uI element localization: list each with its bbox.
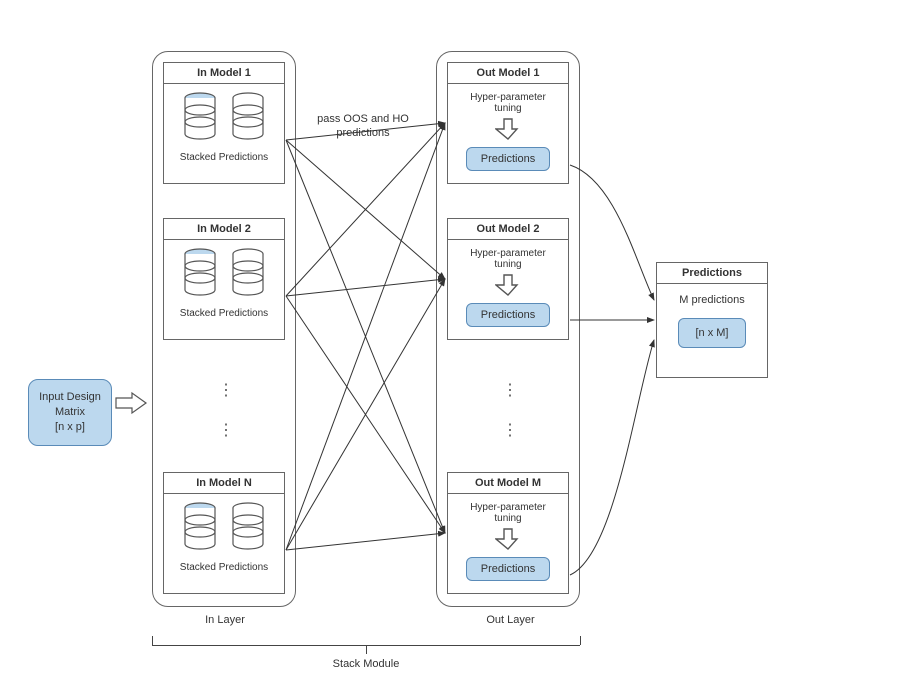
in-model-2-caption: Stacked Predictions: [172, 308, 276, 319]
in-model-2-body: Stacked Predictions: [164, 240, 284, 325]
predictions-line2: [n x M]: [678, 318, 745, 348]
out-model-1: Out Model 1 Hyper-parameter tuning Predi…: [447, 62, 569, 184]
in-layer-label: In Layer: [195, 614, 255, 626]
down-arrow-icon: [495, 116, 521, 142]
bracket-tick-left: [152, 636, 153, 645]
predictions-body: M predictions [n x M]: [657, 284, 767, 354]
pass-oos-label: pass OOS and HO predictions: [303, 113, 423, 141]
in-model-n-title: In Model N: [164, 473, 284, 494]
out-model-1-pred: Predictions: [466, 147, 550, 171]
input-design-matrix: Input Design Matrix [n x p]: [28, 379, 112, 446]
out-model-1-title: Out Model 1: [448, 63, 568, 84]
in-model-1-caption: Stacked Predictions: [172, 152, 276, 163]
ellipsis-icon: ⋮: [218, 420, 235, 440]
predictions-title: Predictions: [657, 263, 767, 284]
bracket-tick-right: [580, 636, 581, 645]
out-model-2: Out Model 2 Hyper-parameter tuning Predi…: [447, 218, 569, 340]
out-model-m-hp: Hyper-parameter tuning: [456, 502, 560, 524]
db-pair: [172, 92, 276, 146]
database-icon: [183, 92, 217, 146]
in-model-2-title: In Model 2: [164, 219, 284, 240]
ellipsis-icon: ⋮: [502, 420, 519, 440]
db-pair: [172, 248, 276, 302]
out-model-m-title: Out Model M: [448, 473, 568, 494]
down-arrow-icon: [495, 526, 521, 552]
db-pair: [172, 502, 276, 556]
database-icon: [231, 248, 265, 302]
in-model-n-body: Stacked Predictions: [164, 494, 284, 579]
out-layer-label: Out Layer: [478, 614, 543, 626]
out-model-1-body: Hyper-parameter tuning Predictions: [448, 84, 568, 177]
out-model-m-body: Hyper-parameter tuning Predictions: [448, 494, 568, 587]
database-icon: [183, 502, 217, 556]
ellipsis-icon: ⋮: [502, 380, 519, 400]
bracket-tick-mid: [366, 645, 367, 654]
in-model-1-body: Stacked Predictions: [164, 84, 284, 169]
out-model-m: Out Model M Hyper-parameter tuning Predi…: [447, 472, 569, 594]
in-model-2: In Model 2 Stacked Predictions: [163, 218, 285, 340]
in-model-n: In Model N Stacked Predictions: [163, 472, 285, 594]
database-icon: [231, 502, 265, 556]
out-model-2-pred: Predictions: [466, 303, 550, 327]
in-model-n-caption: Stacked Predictions: [172, 562, 276, 573]
out-model-2-title: Out Model 2: [448, 219, 568, 240]
stack-module-label: Stack Module: [326, 658, 406, 670]
out-model-2-body: Hyper-parameter tuning Predictions: [448, 240, 568, 333]
in-model-1-title: In Model 1: [164, 63, 284, 84]
down-arrow-icon: [495, 272, 521, 298]
database-icon: [183, 248, 217, 302]
predictions-box: Predictions M predictions [n x M]: [656, 262, 768, 378]
out-model-1-hp: Hyper-parameter tuning: [456, 92, 560, 114]
in-model-1: In Model 1 Stacked Predictions: [163, 62, 285, 184]
out-model-m-pred: Predictions: [466, 557, 550, 581]
out-model-2-hp: Hyper-parameter tuning: [456, 248, 560, 270]
ellipsis-icon: ⋮: [218, 380, 235, 400]
input-design-matrix-label: Input Design Matrix [n x p]: [37, 390, 103, 435]
predictions-line1: M predictions: [665, 294, 759, 306]
database-icon: [231, 92, 265, 146]
